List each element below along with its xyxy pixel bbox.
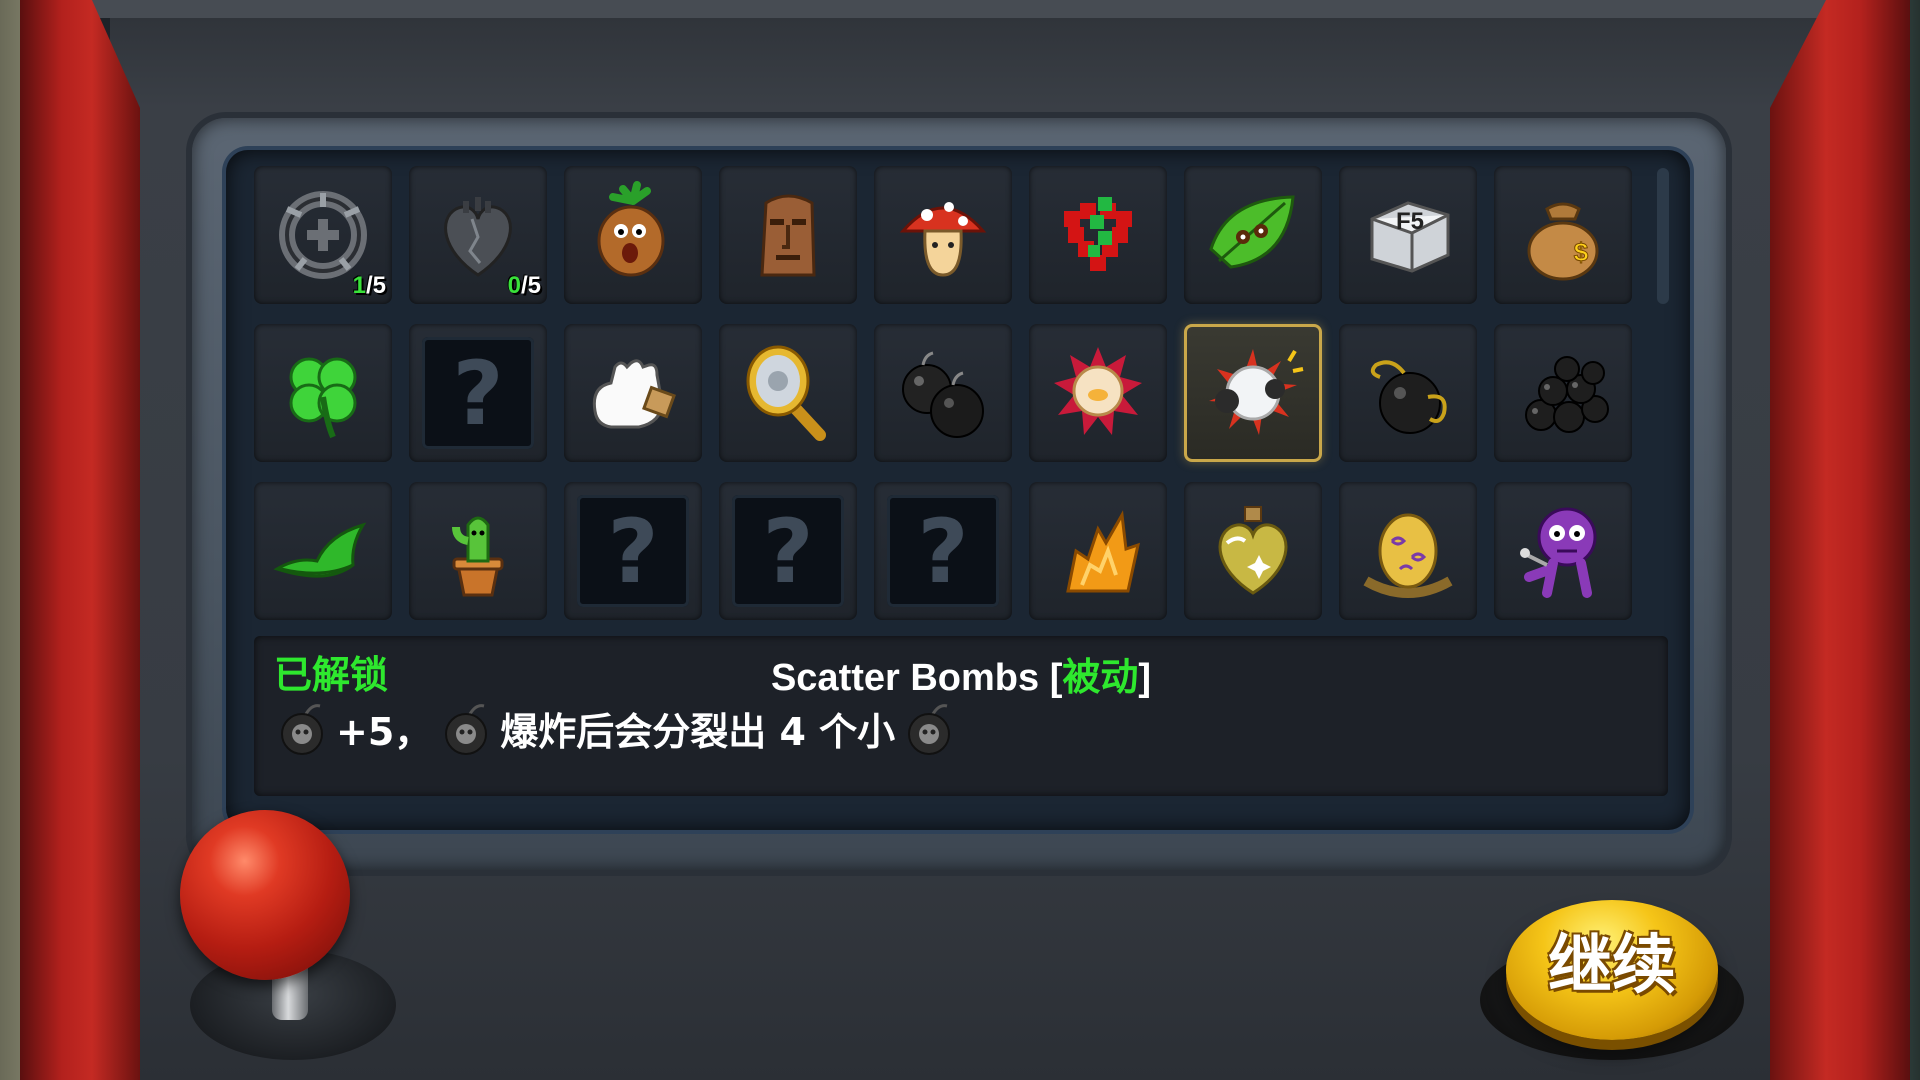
skull-bomb-icon [281, 704, 323, 755]
item-slot[interactable] [874, 324, 1012, 462]
item-tag-close: ] [1138, 657, 1152, 699]
continue-label: 继续 [1548, 929, 1676, 1003]
item-slot[interactable] [719, 166, 857, 304]
heart-potion-icon [1218, 506, 1288, 595]
effect-text: 爆炸后会分裂出 4 个小 [500, 709, 896, 754]
progress-max: 5 [372, 272, 386, 299]
skull-bomb-icon [908, 704, 951, 755]
item-slot[interactable]: F5 [1339, 166, 1477, 304]
progress-current: 0 [507, 272, 521, 299]
item-progress-count: 1/5 [352, 272, 386, 299]
item-slot[interactable]: 1/5 [254, 166, 392, 304]
green-hat-icon [273, 522, 367, 578]
item-slot[interactable] [1184, 324, 1322, 462]
item-slot[interactable] [1494, 482, 1632, 620]
pixel-heart-icon [1064, 197, 1132, 271]
item-slot[interactable] [1339, 482, 1477, 620]
bomb-pile-icon [1525, 356, 1609, 433]
f5-key-icon: F5 [1370, 201, 1450, 273]
item-slot[interactable] [564, 324, 702, 462]
item-tag-open: [ [1049, 657, 1063, 699]
locked-item-icon: ? [422, 337, 534, 449]
locked-item-icon: ? [577, 495, 689, 607]
scatter-bomb-icon [1209, 349, 1304, 435]
mushroom-icon [899, 202, 987, 277]
item-slot[interactable] [254, 482, 392, 620]
progress-max: 5 [527, 272, 541, 299]
progress-current: 1 [352, 272, 366, 299]
four-leaf-clover-icon [289, 357, 357, 439]
moai-head-icon [760, 194, 816, 277]
potted-cactus-icon [452, 516, 504, 597]
item-slot[interactable] [254, 324, 392, 462]
locked-item-slot[interactable]: ? [874, 482, 1012, 620]
svg-text:$: $ [1574, 237, 1589, 267]
item-slot[interactable] [1339, 324, 1477, 462]
item-grid: 1/5 0/5 F5 $???? [254, 166, 1634, 626]
double-bomb-icon [902, 351, 984, 438]
cabinet-top-trim [80, 0, 1850, 18]
item-title: Scatter Bombs [被动] [254, 646, 1668, 701]
voodoo-doll-icon [1520, 507, 1597, 598]
crystal-ball-icon [1054, 347, 1142, 435]
flame-shard-icon [1066, 510, 1141, 593]
item-slot[interactable]: 0/5 [409, 166, 547, 304]
spotted-egg-icon [1363, 513, 1453, 598]
item-description: +5， 爆炸后会分裂出 4 个小 [276, 698, 955, 758]
cabinet-side-left [20, 0, 140, 1080]
locked-item-slot[interactable]: ? [719, 482, 857, 620]
item-slot[interactable] [1184, 482, 1322, 620]
money-bag-icon: $ [1527, 202, 1599, 281]
magic-mirror-icon [746, 345, 826, 441]
item-slot[interactable] [564, 166, 702, 304]
locked-item-icon: ? [732, 495, 844, 607]
item-slot[interactable]: $ [1494, 166, 1632, 304]
item-slot[interactable] [1184, 166, 1322, 304]
joystick[interactable] [180, 810, 350, 980]
item-slot[interactable] [1494, 324, 1632, 462]
leaf-bug-icon [1209, 195, 1295, 269]
white-glove-icon [592, 359, 676, 429]
item-type-tag: 被动 [1062, 657, 1139, 699]
skull-bomb-icon [445, 704, 488, 755]
locked-item-slot[interactable]: ? [564, 482, 702, 620]
item-slot[interactable] [719, 324, 857, 462]
svg-text:F5: F5 [1396, 208, 1424, 235]
continue-button[interactable]: 继续 [1506, 900, 1718, 1040]
locked-item-slot[interactable]: ? [409, 324, 547, 462]
grid-scrollbar[interactable] [1657, 168, 1669, 304]
locked-item-icon: ? [887, 495, 999, 607]
item-slot[interactable] [1029, 482, 1167, 620]
item-slot[interactable] [409, 482, 547, 620]
item-slot[interactable] [1029, 166, 1167, 304]
cabinet-side-right [1770, 0, 1910, 1080]
item-slot[interactable] [874, 166, 1012, 304]
bonus-text: +5， [336, 709, 433, 754]
mandrake-icon [597, 181, 665, 277]
item-progress-count: 0/5 [507, 272, 541, 299]
item-info-panel: 已解锁 Scatter Bombs [被动] +5， 爆炸后会分裂出 4 个小 [254, 636, 1668, 796]
fuse-bomb-icon [1370, 360, 1447, 434]
item-slot[interactable] [1029, 324, 1167, 462]
item-name: Scatter Bombs [770, 657, 1040, 699]
